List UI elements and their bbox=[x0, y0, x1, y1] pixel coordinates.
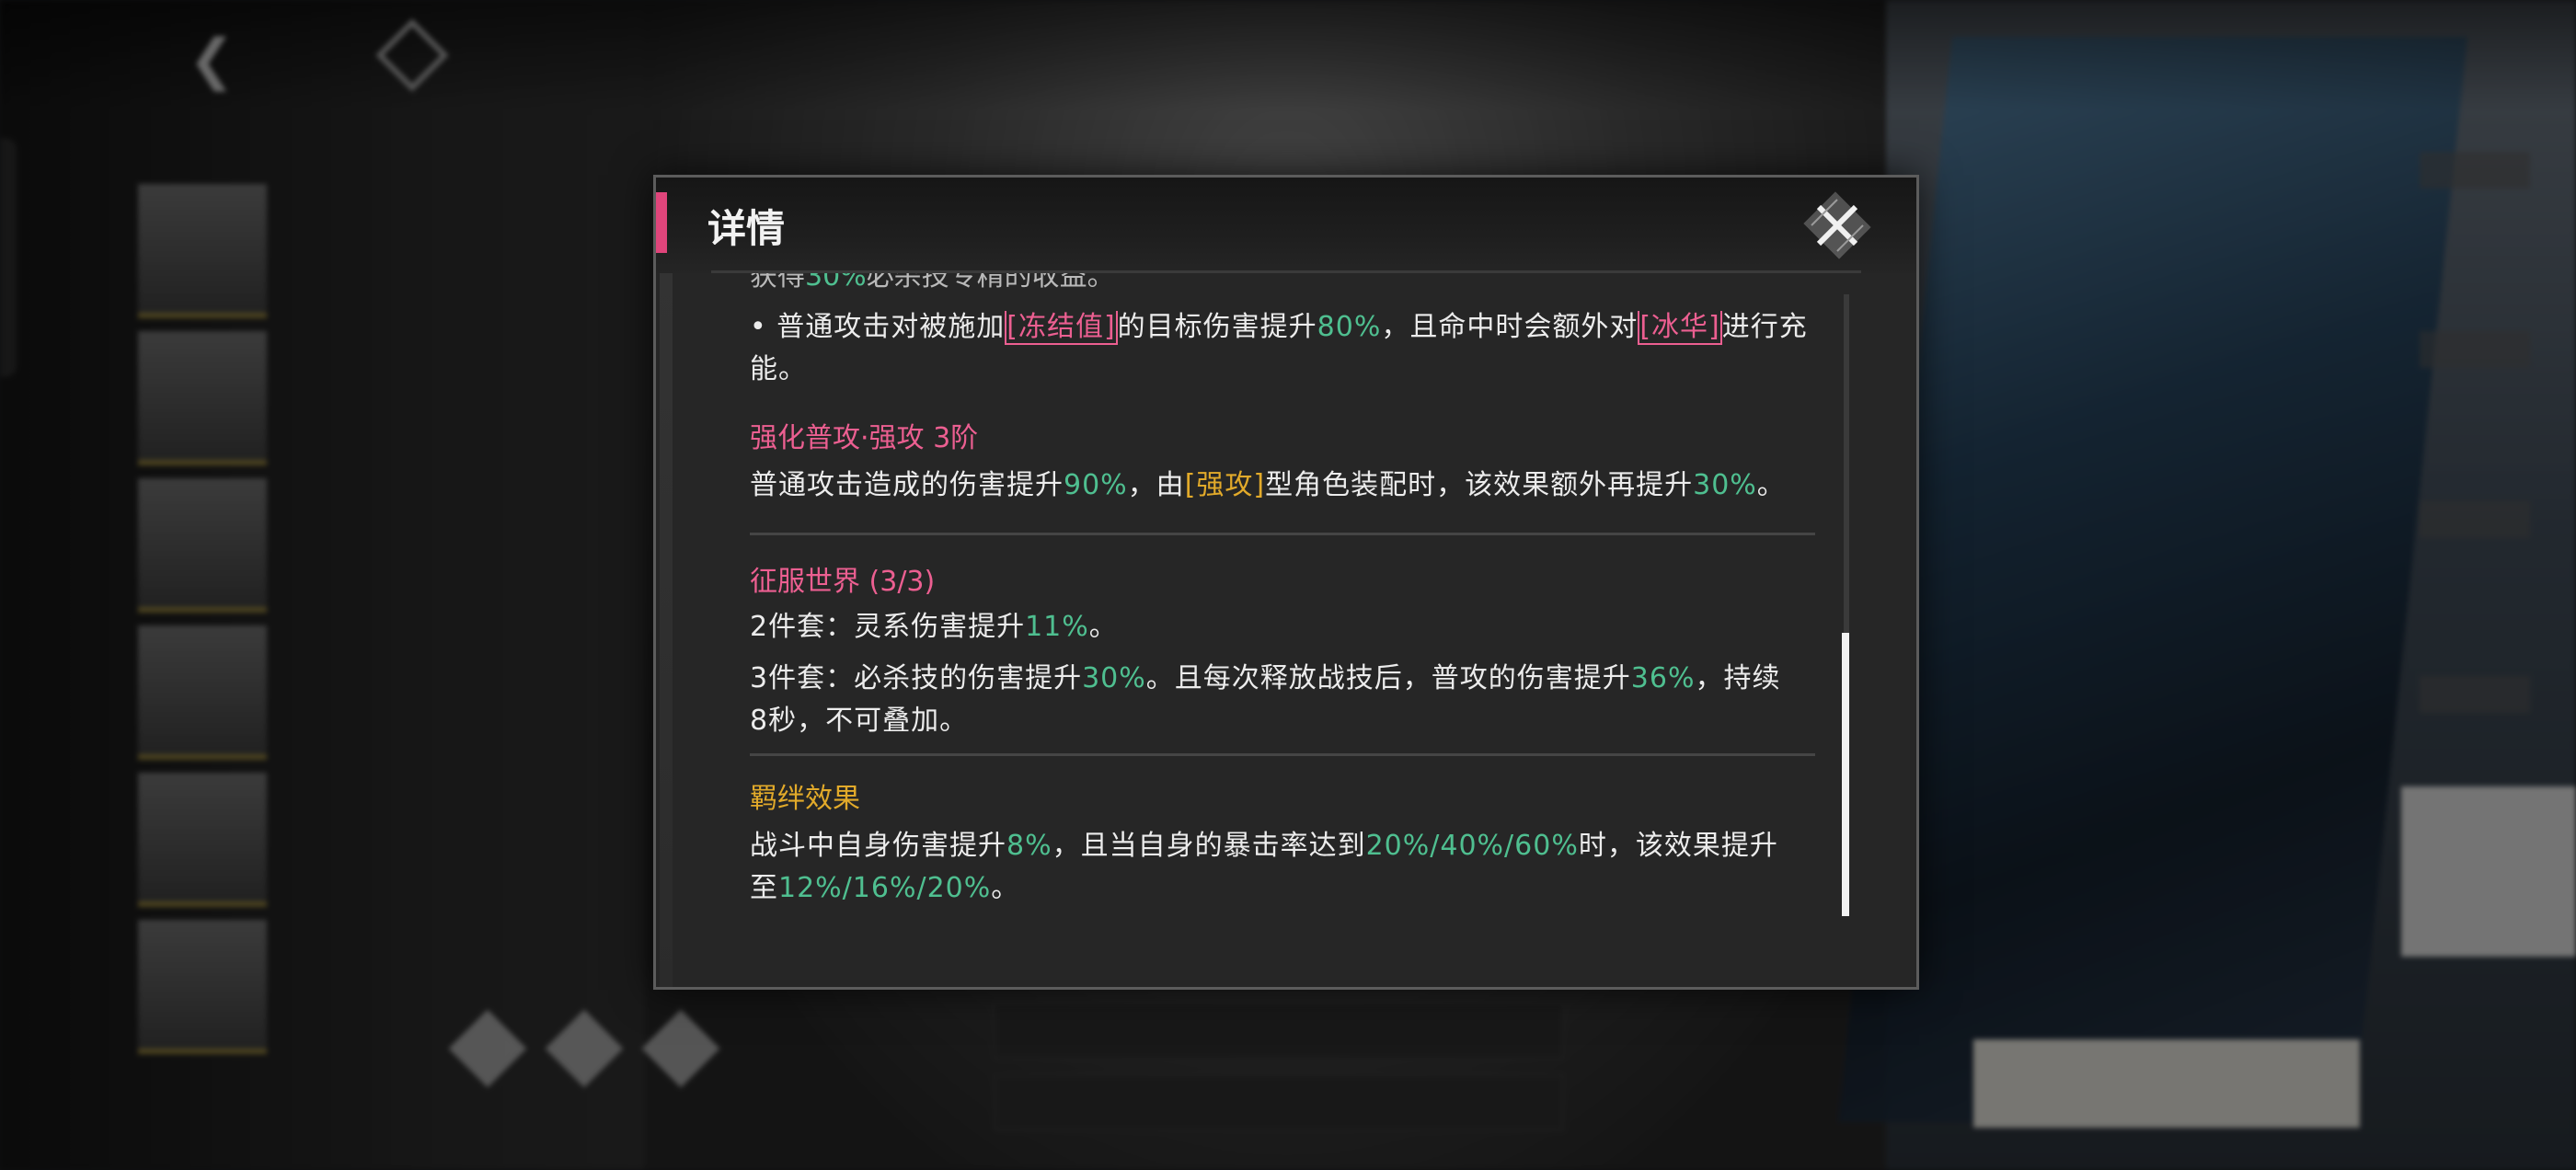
enhance-text: 普通攻击造成的伤害提升90%，由[强攻]型角色装配时，该效果额外再提升30%。 bbox=[750, 469, 1786, 501]
freeze-tag: [冻结值] bbox=[1005, 311, 1118, 345]
assault-tag: [强攻] bbox=[1184, 469, 1266, 501]
header-accent-bar bbox=[656, 192, 667, 253]
bond-title: 羁绊效果 bbox=[750, 783, 860, 815]
bond-effect-text: 战斗中自身伤害提升8%，且当自身的暴击率达到20%/40%/60%时，该效果提升… bbox=[750, 830, 1778, 904]
bullet-effect-text: • 普通攻击对被施加[冻结值]的目标伤害提升80%，且命中时会额外对[冰华]进行… bbox=[750, 311, 1808, 385]
clipped-text-line: 获得30%必杀技专精的收益。 bbox=[750, 273, 1115, 292]
set-title: 征服世界 (3/3) bbox=[750, 566, 936, 598]
section-divider bbox=[750, 533, 1815, 535]
enhance-title: 强化普攻·强攻 3阶 bbox=[750, 422, 979, 454]
close-button[interactable] bbox=[1793, 189, 1881, 262]
ice-bloom-tag: [冰华] bbox=[1638, 311, 1722, 345]
section-divider bbox=[750, 753, 1815, 756]
detail-modal: 详情 获得30%必杀技专精的收益。 • 普通攻击对被施加[冻结值]的目标伤害提升… bbox=[653, 175, 1919, 990]
modal-title: 详情 bbox=[707, 206, 786, 251]
scrollbar-thumb[interactable] bbox=[1842, 633, 1849, 916]
detail-content[interactable]: 获得30%必杀技专精的收益。 • 普通攻击对被施加[冻结值]的目标伤害提升80%… bbox=[750, 273, 1835, 972]
modal-left-rail bbox=[660, 273, 673, 987]
set-three-piece-text: 3件套：必杀技的伤害提升30%。且每次释放战技后，普攻的伤害提升36%，持续 8秒… bbox=[750, 662, 1781, 737]
modal-header: 详情 bbox=[656, 178, 1916, 273]
close-x-icon bbox=[1811, 199, 1864, 252]
set-two-piece-text: 2件套：灵系伤害提升11%。 bbox=[750, 611, 1118, 643]
